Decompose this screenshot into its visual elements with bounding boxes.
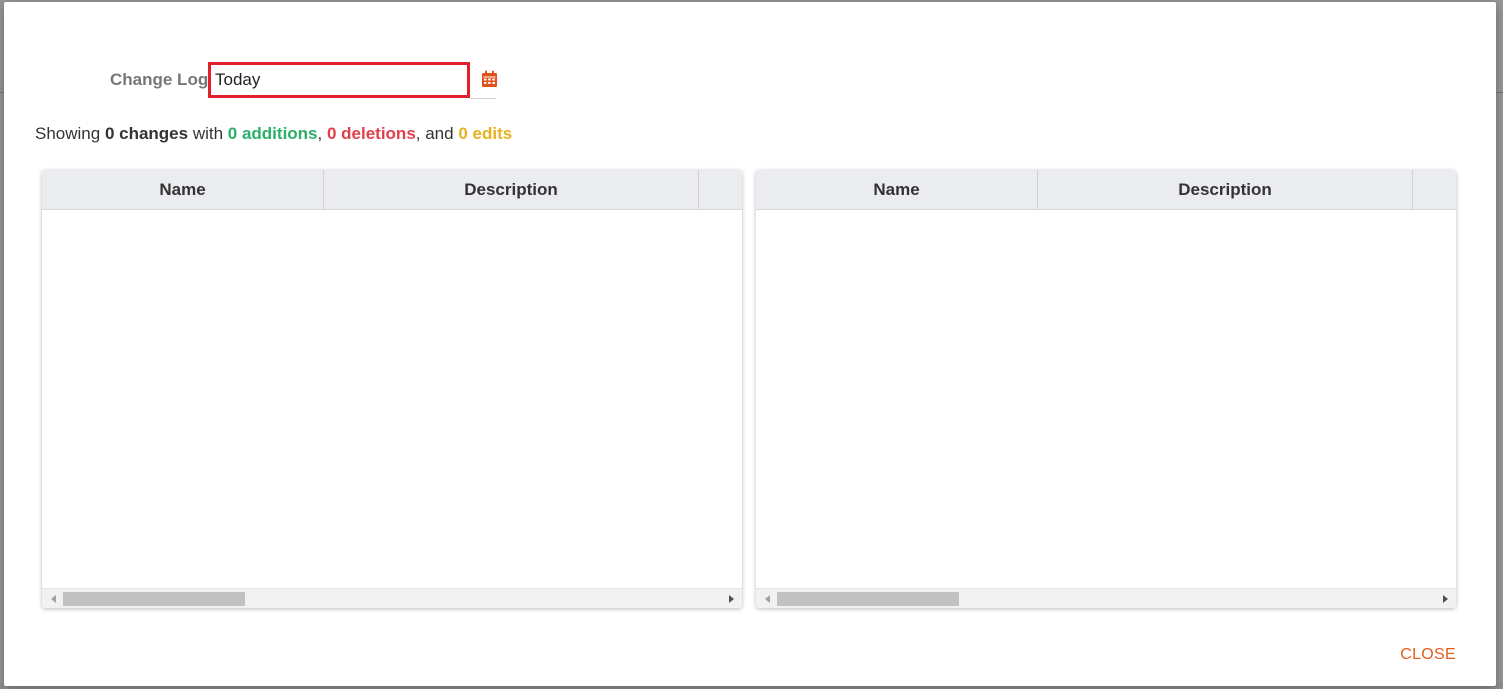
- change-summary: Showing 0 changes with 0 additions, 0 de…: [35, 124, 512, 144]
- grid-header: Name Description: [42, 170, 742, 210]
- scroll-left-arrow-icon[interactable]: [765, 595, 770, 603]
- scroll-right-arrow-icon[interactable]: [1443, 595, 1448, 603]
- summary-deletions-count: 0 deletions: [326, 124, 416, 143]
- close-button[interactable]: CLOSE: [1400, 646, 1456, 664]
- grid-body: [756, 210, 1456, 588]
- filter-row: Change Logs: [4, 62, 604, 102]
- column-header-name[interactable]: Name: [756, 170, 1038, 210]
- summary-and: , and: [415, 124, 459, 143]
- scroll-thumb[interactable]: [777, 592, 959, 606]
- summary-changes-count: 0 changes: [104, 124, 189, 143]
- grid-body: [42, 210, 742, 588]
- column-header-description[interactable]: Description: [324, 170, 699, 210]
- scroll-thumb[interactable]: [63, 592, 245, 606]
- calendar-icon[interactable]: [481, 70, 498, 88]
- left-changes-grid: Name Description: [42, 170, 742, 608]
- grid-header: Name Description: [756, 170, 1456, 210]
- column-header-name[interactable]: Name: [42, 170, 324, 210]
- date-underline: [470, 98, 496, 99]
- column-header-description[interactable]: Description: [1038, 170, 1413, 210]
- summary-edits-count: 0 edits: [458, 124, 513, 143]
- summary-with: with: [188, 124, 228, 143]
- summary-separator: ,: [317, 124, 327, 143]
- summary-additions-count: 0 additions: [227, 124, 318, 143]
- scroll-left-arrow-icon[interactable]: [51, 595, 56, 603]
- date-input-wrapper: [208, 62, 470, 98]
- horizontal-scrollbar[interactable]: [756, 588, 1456, 608]
- date-input[interactable]: [211, 65, 467, 95]
- scroll-right-arrow-icon[interactable]: [729, 595, 734, 603]
- column-header-extra[interactable]: [699, 170, 742, 210]
- change-logs-label: Change Logs: [110, 70, 218, 89]
- right-changes-grid: Name Description: [756, 170, 1456, 608]
- column-header-extra[interactable]: [1413, 170, 1456, 210]
- change-logs-dialog: Change Logs Showing 0 changes with 0 add…: [4, 2, 1496, 686]
- summary-prefix: Showing: [35, 124, 105, 143]
- horizontal-scrollbar[interactable]: [42, 588, 742, 608]
